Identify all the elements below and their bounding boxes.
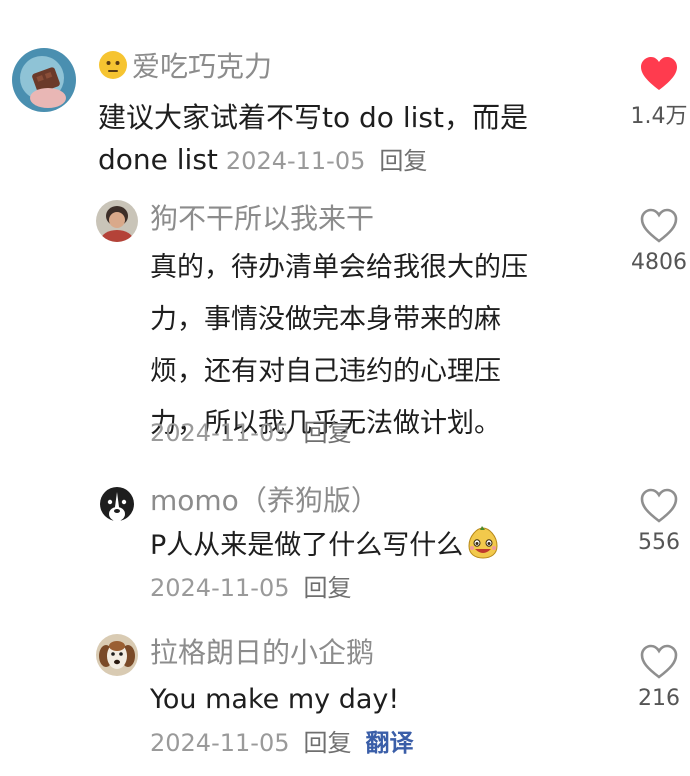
- grinning-pear-emoji: [465, 524, 501, 574]
- comment-username[interactable]: 拉格朗日的小企鹅: [150, 636, 374, 670]
- person-avatar[interactable]: [96, 200, 138, 242]
- comment-text: P人从来是做了什么写什么: [150, 524, 501, 574]
- chocolate-avatar[interactable]: [12, 48, 76, 112]
- comment-text-line: P人从来是做了什么写什么: [150, 530, 464, 561]
- comment-text: 建议大家试着不写to do list，而是: [98, 96, 528, 140]
- like-count: 556: [638, 530, 680, 555]
- like-count: 4806: [631, 250, 687, 275]
- comment-date: 2024-11-05: [150, 574, 290, 602]
- comment-meta: 2024-11-05 回复: [150, 418, 351, 448]
- dog-avatar[interactable]: [96, 482, 138, 524]
- reply-button[interactable]: 回复: [303, 729, 351, 757]
- comment-meta: 2024-11-05 回复 翻译: [150, 728, 413, 758]
- translate-button[interactable]: 翻译: [365, 729, 413, 757]
- like-count: 216: [638, 686, 680, 711]
- reply-button[interactable]: 回复: [303, 574, 351, 602]
- comment-username[interactable]: momo（养狗版）: [150, 484, 379, 518]
- comment-date: 2024-11-05: [150, 419, 290, 447]
- heart-filled-icon: [641, 57, 677, 90]
- like-count: 1.4万: [630, 104, 688, 129]
- puppy-avatar[interactable]: [96, 634, 138, 676]
- like-button[interactable]: 216: [624, 644, 690, 711]
- like-button[interactable]: 4806: [624, 208, 690, 275]
- comment-meta: 2024-11-05 回复: [150, 573, 351, 603]
- comment-meta: done list 2024-11-05 回复: [98, 144, 427, 177]
- comment-username[interactable]: 狗不干所以我来干: [150, 202, 374, 236]
- comment-text: You make my day!: [150, 678, 399, 722]
- comment-text-line: 烦，还有对自己违约的心理压: [150, 356, 501, 387]
- comment-text-line: 建议大家试着不写to do list，而是: [98, 101, 528, 134]
- comment-text: 真的，待办清单会给我很大的压 力，事情没做完本身带来的麻 烦，还有对自己违约的心…: [150, 246, 528, 446]
- like-button[interactable]: 1.4万: [624, 56, 690, 130]
- reply-button[interactable]: 回复: [303, 419, 351, 447]
- heart-outline-icon: [640, 208, 678, 243]
- heart-outline-icon: [640, 644, 678, 679]
- face-neutral-emoji: [98, 50, 128, 88]
- comment-text-line: You make my day!: [150, 684, 400, 715]
- comment-text-line: 力，事情没做完本身带来的麻: [150, 304, 501, 335]
- comment-text-line: 真的，待办清单会给我很大的压: [150, 252, 528, 283]
- comment-date: 2024-11-05: [150, 729, 290, 757]
- comment-date: 2024-11-05: [225, 147, 366, 175]
- like-button[interactable]: 556: [624, 488, 690, 555]
- reply-button[interactable]: 回复: [379, 147, 427, 175]
- comment-username[interactable]: 爱吃巧克力: [98, 50, 272, 88]
- heart-outline-icon: [640, 488, 678, 523]
- username-text: 爱吃巧克力: [132, 50, 273, 83]
- comment-text-tail: done list: [98, 143, 218, 176]
